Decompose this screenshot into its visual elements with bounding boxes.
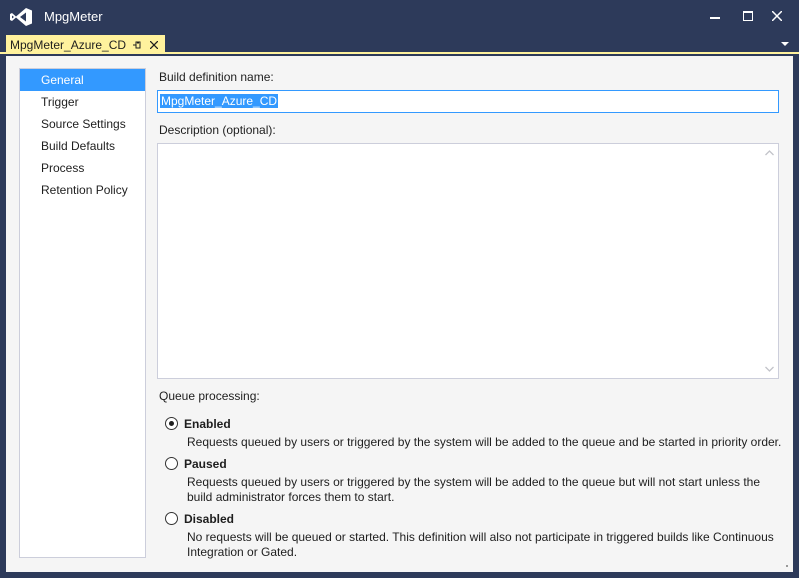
- title-bar: MpgMeter: [0, 0, 799, 34]
- maximize-icon: [743, 11, 753, 21]
- description-textarea[interactable]: [157, 143, 779, 379]
- nav-item-general[interactable]: General: [20, 69, 145, 91]
- document-tab-strip: MpgMeter_Azure_CD: [0, 34, 799, 54]
- build-definition-editor: General Trigger Source Settings Build De…: [6, 56, 793, 572]
- paused-option-title[interactable]: Paused: [184, 457, 227, 471]
- scroll-down-icon[interactable]: [765, 366, 774, 372]
- nav-item-retention-policy[interactable]: Retention Policy: [20, 179, 145, 201]
- paused-option-description: Requests queued by users or triggered by…: [187, 475, 760, 504]
- paused-radio[interactable]: [165, 457, 178, 470]
- enabled-radio[interactable]: [165, 417, 178, 430]
- settings-nav: General Trigger Source Settings Build De…: [19, 68, 146, 558]
- document-tab[interactable]: MpgMeter_Azure_CD: [6, 35, 165, 54]
- resize-grip-icon[interactable]: [781, 560, 789, 568]
- disabled-radio[interactable]: [165, 512, 178, 525]
- build-name-input[interactable]: MpgMeter_Azure_CD: [157, 90, 779, 113]
- nav-item-trigger[interactable]: Trigger: [20, 91, 145, 113]
- disabled-option-description: No requests will be queued or started. T…: [187, 530, 774, 559]
- tab-overflow-dropdown-icon[interactable]: [779, 38, 791, 50]
- maximize-button[interactable]: [733, 4, 763, 28]
- minimize-button[interactable]: [700, 4, 730, 28]
- nav-item-source-settings[interactable]: Source Settings: [20, 113, 145, 135]
- description-scrollbar[interactable]: [761, 144, 778, 378]
- document-tab-label: MpgMeter_Azure_CD: [10, 37, 127, 52]
- queue-processing-label: Queue processing:: [159, 389, 260, 403]
- build-name-label: Build definition name:: [159, 70, 274, 84]
- scroll-up-icon[interactable]: [765, 150, 774, 156]
- description-label: Description (optional):: [159, 123, 276, 137]
- visual-studio-logo-icon: [10, 8, 32, 26]
- disabled-option-title[interactable]: Disabled: [184, 512, 234, 526]
- enabled-option-title[interactable]: Enabled: [184, 417, 231, 431]
- close-window-button[interactable]: [762, 4, 792, 28]
- window-title: MpgMeter: [44, 9, 103, 24]
- build-name-value: MpgMeter_Azure_CD: [160, 94, 279, 108]
- nav-item-build-defaults[interactable]: Build Defaults: [20, 135, 145, 157]
- tab-close-icon[interactable]: [146, 38, 162, 52]
- nav-item-process[interactable]: Process: [20, 157, 145, 179]
- enabled-option-description: Requests queued by users or triggered by…: [187, 435, 782, 449]
- close-icon: [772, 11, 782, 21]
- pin-icon[interactable]: [130, 38, 144, 52]
- minimize-icon: [710, 17, 720, 19]
